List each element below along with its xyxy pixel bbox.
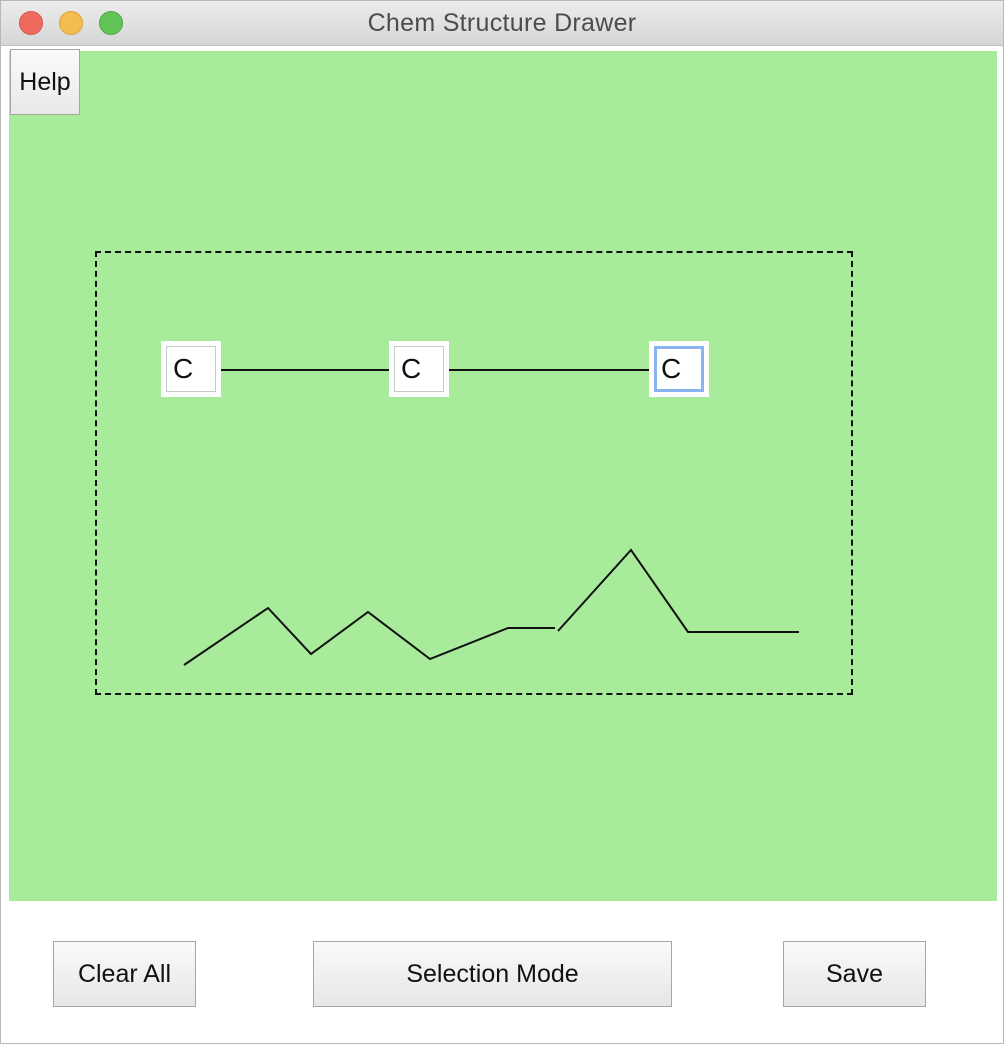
freehand-drawing (183, 369, 799, 666)
save-button[interactable]: Save (783, 941, 926, 1007)
title-bar: Chem Structure Drawer (1, 1, 1003, 46)
selection-mode-button[interactable]: Selection Mode (313, 941, 672, 1007)
atom-symbol-input[interactable] (166, 346, 216, 392)
atom-node[interactable] (389, 341, 449, 397)
atom-symbol-input[interactable] (394, 346, 444, 392)
atom-symbol-input[interactable] (654, 346, 704, 392)
sketch-stroke (557, 548, 799, 633)
bottom-toolbar: Clear All Selection Mode Save (1, 901, 1003, 1043)
atom-node-focused[interactable] (649, 341, 709, 397)
window-title: Chem Structure Drawer (367, 9, 637, 37)
clear-all-button[interactable]: Clear All (53, 941, 196, 1007)
app-window: Chem Structure Drawer Help Clear All Sel… (0, 0, 1004, 1044)
drawing-canvas[interactable]: Help (9, 49, 997, 901)
sketch-stroke (183, 606, 555, 666)
atom-node[interactable] (161, 341, 221, 397)
